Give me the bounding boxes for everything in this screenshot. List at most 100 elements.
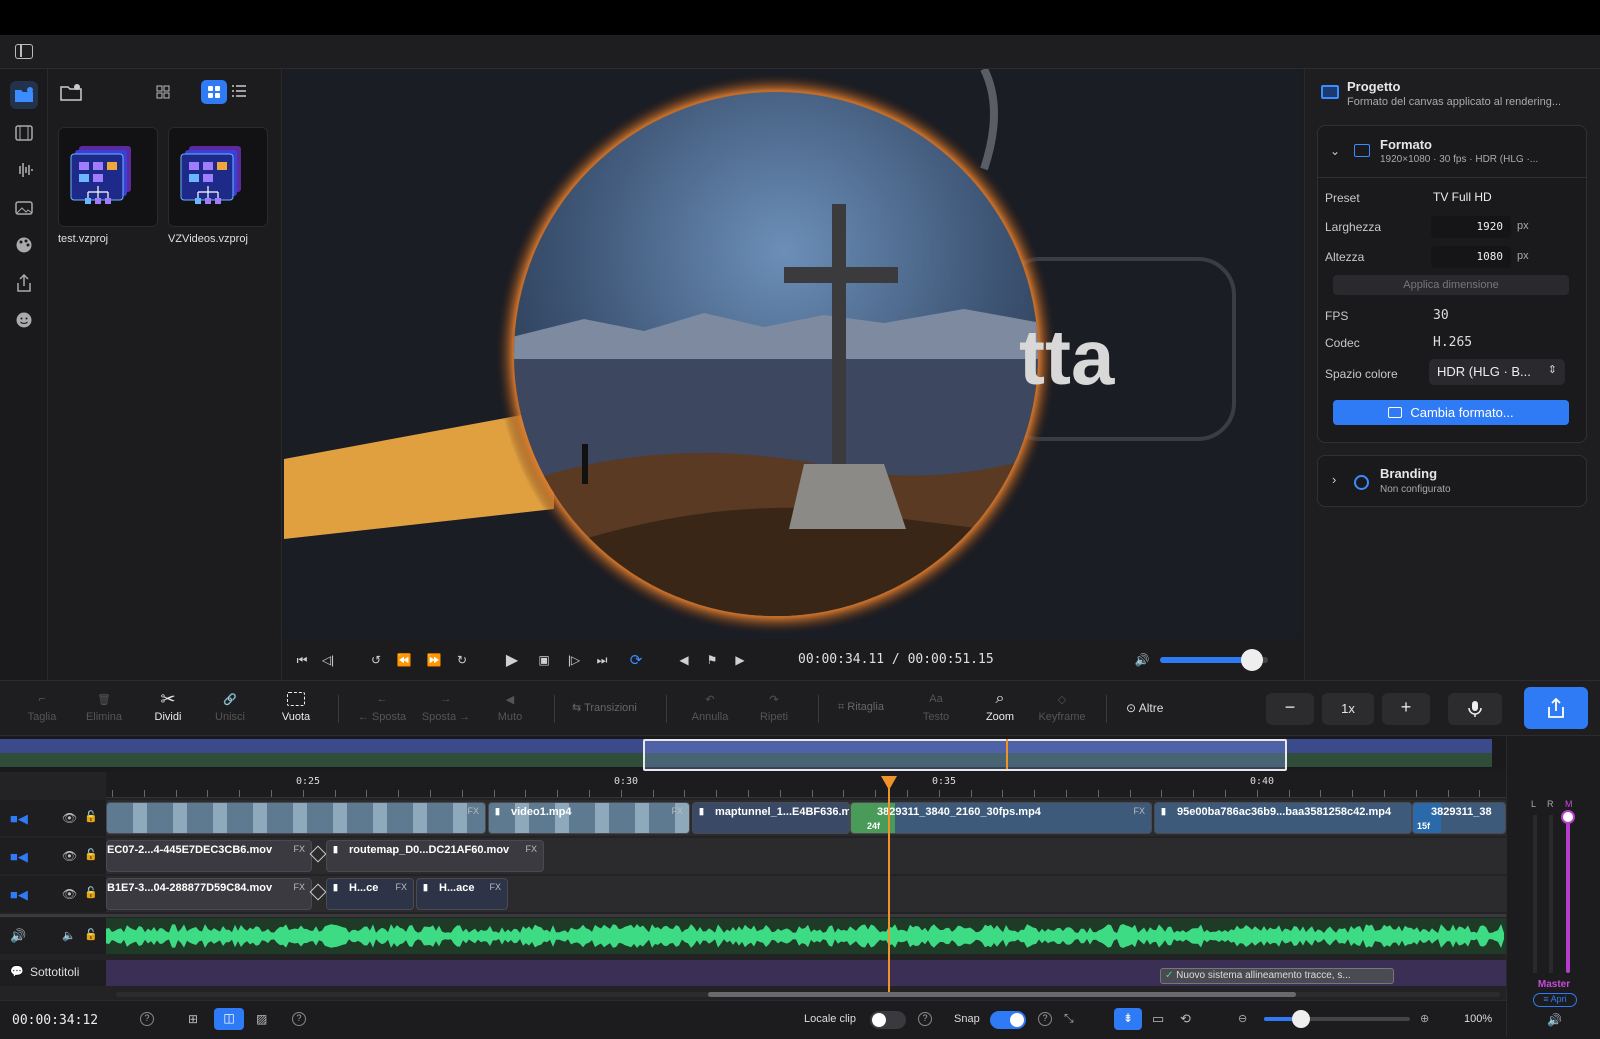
loop-icon[interactable]: ⟳ — [626, 650, 646, 670]
video-camera-icon[interactable]: ■◀ — [10, 849, 28, 865]
zoom-out-button[interactable]: − — [1266, 693, 1314, 725]
help-icon[interactable]: ? — [292, 1012, 306, 1026]
video-clip[interactable]: ▮ routemap_D0...DC21AF60.mov FX — [326, 840, 544, 872]
volume-slider[interactable] — [1160, 649, 1268, 671]
forward-5s-icon[interactable]: ↻ — [452, 650, 472, 670]
video-clip[interactable]: ▮ H...ace FX — [416, 878, 508, 910]
project-thumbnail[interactable] — [58, 127, 158, 227]
marker-flag-icon[interactable]: ⚑ — [702, 650, 722, 670]
skip-to-start-icon[interactable]: ⏮ — [292, 650, 312, 670]
skip-to-end-icon[interactable]: ⏭ — [592, 650, 612, 670]
help-icon[interactable]: ? — [140, 1012, 154, 1026]
colorspace-select[interactable]: HDR (HLG · B... ⇕ — [1429, 359, 1565, 385]
move-right-button[interactable]: → Sposta → — [416, 687, 476, 733]
export-button[interactable] — [1524, 687, 1588, 729]
redo-button[interactable]: ↷ Ripeti — [744, 687, 804, 733]
back-5s-icon[interactable]: ↺ — [366, 650, 386, 670]
emoji-icon[interactable] — [10, 306, 38, 334]
zoom-button[interactable]: ⌕ Zoom — [970, 687, 1030, 733]
zoom-in-button[interactable]: + — [1382, 693, 1430, 725]
fx-badge[interactable]: FX — [671, 806, 683, 816]
branding-card[interactable]: › Branding Non configurato — [1317, 455, 1587, 507]
waveform-icon[interactable] — [10, 156, 38, 184]
mute-button[interactable]: ◀ Muto — [480, 687, 540, 733]
zoom-out-icon[interactable]: ⊖ — [1238, 1012, 1247, 1025]
master-fader[interactable] — [1561, 810, 1575, 973]
columns-layout-button[interactable]: ◫ — [214, 1008, 244, 1030]
fx-badge[interactable]: FX — [525, 844, 537, 854]
next-frame-icon[interactable]: |▷ — [564, 650, 584, 670]
playhead-handle[interactable] — [881, 776, 897, 790]
share-icon[interactable] — [10, 269, 38, 297]
join-button[interactable]: 🔗 Unisci — [200, 687, 260, 733]
timeline-zoom-slider[interactable] — [1264, 1010, 1410, 1028]
master-volume-icon[interactable]: 🔊 — [1547, 1013, 1562, 1027]
video-clip[interactable]: ▮ 95e00ba786ac36b9...baa3581258c42.mp4 — [1154, 802, 1412, 834]
width-field[interactable]: 1920 — [1431, 216, 1511, 238]
fx-badge[interactable]: FX — [293, 844, 305, 854]
zoom-in-icon[interactable]: ⊕ — [1420, 1012, 1429, 1025]
new-folder-icon[interactable] — [60, 83, 82, 106]
fx-badge[interactable]: FX — [489, 882, 501, 892]
timeline-overview[interactable] — [0, 737, 1506, 772]
delete-button[interactable]: 🗑 Elimina — [74, 687, 134, 733]
palette-icon[interactable] — [10, 231, 38, 259]
mark-out-icon[interactable]: ▶ — [730, 650, 750, 670]
lock-icon[interactable]: 🔓 — [84, 928, 98, 941]
locale-clip-toggle[interactable] — [870, 1011, 906, 1029]
frame-mode-icon[interactable]: ▭ — [1152, 1011, 1164, 1027]
video-clip[interactable]: 3829311_38 15f — [1412, 802, 1506, 834]
play-icon[interactable]: ▶ — [502, 650, 522, 670]
step-back-icon[interactable]: ⏪ — [394, 650, 414, 670]
transitions-button[interactable]: ⇆ Transizioni — [572, 701, 637, 714]
play-range-icon[interactable]: ▣ — [534, 650, 554, 670]
sidebar-toggle-icon[interactable] — [15, 44, 33, 59]
image-icon[interactable] — [10, 194, 38, 222]
step-forward-icon[interactable]: ⏩ — [424, 650, 444, 670]
audio-waveform[interactable] — [106, 920, 1506, 952]
video-clip[interactable]: ▮ maptunnel_1...E4BF636.m — [692, 802, 850, 834]
speaker-icon[interactable]: 🔊 — [10, 928, 26, 944]
video-clip[interactable]: B1E7-3...04-288877D59C84.mov FX — [106, 878, 312, 910]
video-clip[interactable]: ▮ video1.mp4 FX — [488, 802, 690, 834]
media-icon[interactable] — [10, 81, 38, 109]
mark-in-icon[interactable]: ◀ — [674, 650, 694, 670]
video-clip-selected[interactable]: 3829311_3840_2160_30fps.mp4 24f FX — [850, 802, 1152, 834]
record-voice-button[interactable] — [1448, 693, 1502, 725]
change-format-button[interactable]: Cambia formato... — [1333, 400, 1569, 425]
subtitle-clip[interactable]: ✓ Nuovo sistema allineamento tracce, s..… — [1160, 968, 1394, 984]
eye-icon[interactable]: 👁 — [62, 887, 77, 901]
fit-mode-icon[interactable]: ⟲ — [1180, 1011, 1191, 1027]
more-button[interactable]: ⊙ Altre — [1126, 701, 1163, 715]
grid-small-icon[interactable] — [156, 85, 170, 104]
lock-icon[interactable]: 🔓 — [84, 810, 98, 823]
timeline-scrollbar[interactable] — [116, 992, 1500, 997]
keyframe-button[interactable]: ◇ Keyframe — [1032, 687, 1092, 733]
open-mixer-button[interactable]: ≡ Apri — [1533, 993, 1577, 1007]
master-fader-knob[interactable] — [1561, 810, 1575, 824]
fx-badge[interactable]: FX — [395, 882, 407, 892]
project-thumbnail[interactable] — [168, 127, 268, 227]
fx-badge[interactable]: FX — [1133, 806, 1145, 816]
trim-button[interactable]: ⌐ Taglia — [12, 687, 72, 733]
fx-badge[interactable]: FX — [293, 882, 305, 892]
chevron-down-icon[interactable]: ⌄ — [1330, 144, 1340, 158]
video-camera-icon[interactable]: ■◀ — [10, 811, 28, 827]
zoom-slider-knob[interactable] — [1292, 1010, 1310, 1028]
fx-badge[interactable]: FX — [467, 806, 479, 816]
video-clip[interactable]: EC07-2...4-445E7DEC3CB6.mov FX — [106, 840, 312, 872]
move-left-button[interactable]: ← ← Sposta — [352, 687, 412, 733]
video-clip[interactable]: ▮ H...ce FX — [326, 878, 414, 910]
ripple-mode-button[interactable]: ⇟ — [1114, 1008, 1142, 1030]
video-camera-icon[interactable]: ■◀ — [10, 887, 28, 903]
lock-icon[interactable]: 🔓 — [84, 886, 98, 899]
scrollbar-thumb[interactable] — [708, 992, 1296, 997]
snap-toggle[interactable] — [990, 1011, 1026, 1029]
mute-icon[interactable]: 🔈 — [62, 929, 76, 942]
volume-icon[interactable]: 🔊 — [1132, 650, 1152, 670]
grid-view-button[interactable] — [201, 80, 227, 104]
preset-value[interactable]: TV Full HD — [1433, 190, 1492, 204]
undo-button[interactable]: ↶ Annulla — [680, 687, 740, 733]
thumbnail-mode-icon[interactable]: ▨ — [256, 1012, 267, 1026]
grid-layout-icon[interactable]: ⊞ — [188, 1012, 198, 1026]
